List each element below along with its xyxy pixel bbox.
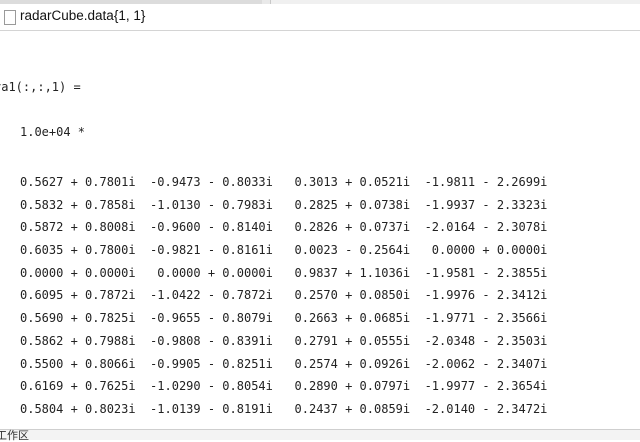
matrix-row: 0.5862 + 0.7988i -0.9808 - 0.8391i 0.279… [20, 333, 548, 348]
matrix-row: 0.6035 + 0.7800i -0.9821 - 0.8161i 0.002… [20, 243, 548, 258]
document-icon [4, 10, 16, 25]
matrix-rows: 0.5627 + 0.7801i -0.9473 - 0.8033i 0.301… [20, 171, 547, 421]
workspace-panel-header[interactable]: 工作区 [0, 429, 640, 442]
matrix-row: 0.6095 + 0.7872i -1.0422 - 0.7872i 0.257… [20, 288, 548, 303]
scale-factor-label: 1.0e+04 * [20, 125, 86, 139]
matrix-row: 0.0000 + 0.0000i 0.0000 + 0.0000i 0.9837… [20, 265, 548, 280]
matrix-row: 0.6169 + 0.7625i -1.0290 - 0.8054i 0.289… [20, 379, 548, 394]
matrix-row: 0.5804 + 0.8023i -1.0139 - 0.8191i 0.243… [20, 401, 548, 416]
matrix-row: 0.5500 + 0.8066i -0.9905 - 0.8251i 0.257… [20, 356, 548, 371]
variable-name-label: va1(:,:,1) = [0, 80, 81, 94]
workspace-label: 工作区 [0, 430, 29, 442]
matrix-row: 0.5627 + 0.7801i -0.9473 - 0.8033i 0.301… [20, 175, 548, 189]
variable-tab-title: radarCube.data{1, 1} [20, 8, 146, 23]
variable-tab[interactable]: radarCube.data{1, 1} [0, 4, 640, 31]
matrix-row: 0.5872 + 0.8008i -0.9600 - 0.8140i 0.282… [20, 220, 548, 235]
matrix-row: 0.5690 + 0.7825i -0.9655 - 0.8079i 0.266… [20, 311, 548, 326]
command-output: va1(:,:,1) = 1.0e+04 * 0.5627 + 0.7801i … [0, 31, 640, 429]
matrix-row: 0.5832 + 0.7858i -1.0130 - 0.7983i 0.282… [20, 197, 548, 212]
